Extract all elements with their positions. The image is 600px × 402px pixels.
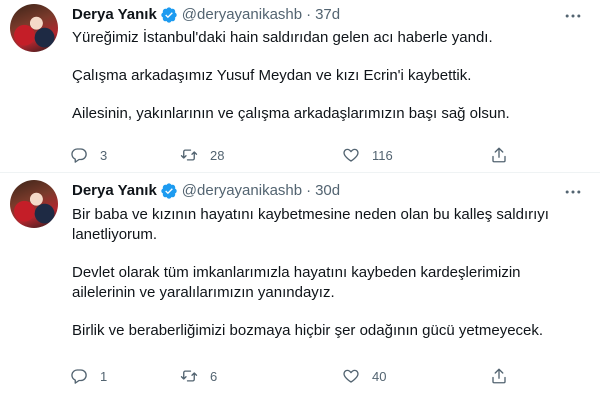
share-button[interactable] [490, 364, 508, 388]
retweet-count: 6 [210, 368, 218, 384]
tweet-paragraph: Bir baba ve kızının hayatını kaybetmesin… [72, 206, 549, 243]
separator-dot: · [306, 182, 312, 199]
reply-count: 1 [100, 368, 108, 384]
reply-button[interactable]: 3 [70, 143, 107, 167]
tweet-header: Derya Yanık @deryayanikashb · 30d [72, 181, 340, 201]
tweet-paragraph: Ailesinin, yakınlarının ve çalışma arkad… [72, 105, 510, 122]
tweet-paragraph: Devlet olarak tüm imkanlarımızla hayatın… [72, 264, 521, 301]
tweet-header: Derya Yanık @deryayanikashb · 37d [72, 5, 340, 25]
share-button[interactable] [490, 143, 508, 167]
like-count: 40 [372, 368, 387, 384]
more-options-icon[interactable] [562, 6, 584, 26]
author-name[interactable]: Derya Yanık [72, 181, 157, 201]
retweet-button[interactable]: 6 [180, 364, 217, 388]
tweet-actions: 1 6 40 [70, 364, 510, 388]
author-handle[interactable]: @deryayanikashb [182, 181, 302, 201]
reply-button[interactable]: 1 [70, 364, 107, 388]
like-button[interactable]: 116 [342, 143, 393, 167]
retweet-count: 28 [210, 147, 225, 163]
heart-icon [343, 369, 359, 383]
retweet-icon [180, 370, 198, 382]
retweet-button[interactable]: 28 [180, 143, 224, 167]
timestamp[interactable]: 30d [315, 181, 340, 201]
share-icon [492, 368, 506, 384]
tweet-paragraph: Çalışma arkadaşımız Yusuf Meydan ve kızı… [72, 67, 472, 84]
like-count: 116 [372, 147, 393, 163]
verified-badge-icon [160, 6, 178, 24]
more-options-icon[interactable] [562, 182, 584, 202]
separator-dot: · [306, 6, 312, 23]
timestamp[interactable]: 37d [315, 5, 340, 25]
share-icon [492, 147, 506, 163]
tweet-actions: 3 28 116 [70, 143, 510, 167]
reply-icon [71, 369, 87, 384]
tweet-paragraph: Birlik ve beraberliğimizi bozmaya hiçbir… [72, 322, 544, 339]
author-handle[interactable]: @deryayanikashb [182, 5, 302, 25]
heart-icon [343, 148, 359, 162]
tweet[interactable]: Derya Yanık @deryayanikashb · 30d Bir ba… [0, 173, 600, 402]
reply-count: 3 [100, 147, 108, 163]
reply-icon [71, 148, 87, 163]
tweet[interactable]: Derya Yanık @deryayanikashb · 37d Yüreği… [0, 0, 600, 173]
retweet-icon [180, 149, 198, 161]
verified-badge-icon [160, 182, 178, 200]
author-name[interactable]: Derya Yanık [72, 5, 157, 25]
tweet-text: Bir baba ve kızının hayatını kaybetmesin… [72, 205, 582, 359]
tweet-text: Yüreğimiz İstanbul'daki hain saldırıdan … [72, 28, 582, 142]
like-button[interactable]: 40 [342, 364, 386, 388]
tweet-paragraph: Yüreğimiz İstanbul'daki hain saldırıdan … [72, 29, 493, 46]
avatar[interactable] [10, 180, 58, 228]
avatar[interactable] [10, 4, 58, 52]
